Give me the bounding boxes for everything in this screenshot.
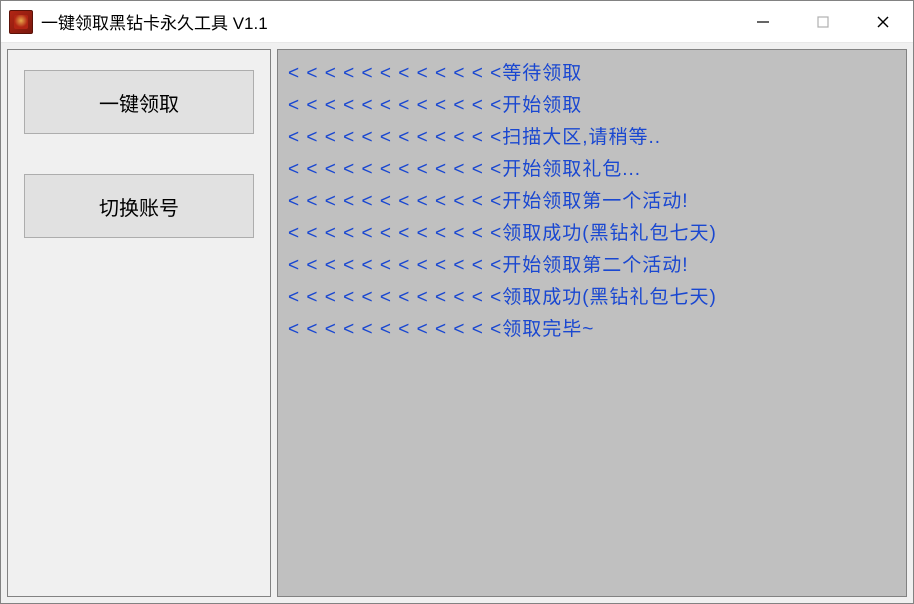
app-window: 一键领取黑钻卡永久工具 V1.1 一键领取 切换账号 < < < < < < <… bbox=[0, 0, 914, 604]
client-area: 一键领取 切换账号 < < < < < < < < < < < <等待领取< <… bbox=[1, 43, 913, 603]
log-line: < < < < < < < < < < < <领取完毕~ bbox=[288, 314, 896, 346]
log-line: < < < < < < < < < < < <领取成功(黑钻礼包七天) bbox=[288, 282, 896, 314]
log-panel[interactable]: < < < < < < < < < < < <等待领取< < < < < < <… bbox=[277, 49, 907, 597]
log-line: < < < < < < < < < < < <开始领取第一个活动! bbox=[288, 186, 896, 218]
minimize-button[interactable] bbox=[733, 1, 793, 42]
log-line: < < < < < < < < < < < <开始领取 bbox=[288, 90, 896, 122]
log-line: < < < < < < < < < < < <等待领取 bbox=[288, 58, 896, 90]
titlebar: 一键领取黑钻卡永久工具 V1.1 bbox=[1, 1, 913, 43]
maximize-button bbox=[793, 1, 853, 42]
switch-account-button[interactable]: 切换账号 bbox=[24, 174, 254, 238]
log-line: < < < < < < < < < < < <扫描大区,请稍等.. bbox=[288, 122, 896, 154]
close-button[interactable] bbox=[853, 1, 913, 42]
log-line: < < < < < < < < < < < <领取成功(黑钻礼包七天) bbox=[288, 218, 896, 250]
window-title: 一键领取黑钻卡永久工具 V1.1 bbox=[41, 9, 733, 34]
claim-button[interactable]: 一键领取 bbox=[24, 70, 254, 134]
app-icon bbox=[9, 10, 33, 34]
log-line: < < < < < < < < < < < <开始领取第二个活动! bbox=[288, 250, 896, 282]
window-controls bbox=[733, 1, 913, 42]
left-panel: 一键领取 切换账号 bbox=[7, 49, 271, 597]
log-line: < < < < < < < < < < < <开始领取礼包... bbox=[288, 154, 896, 186]
